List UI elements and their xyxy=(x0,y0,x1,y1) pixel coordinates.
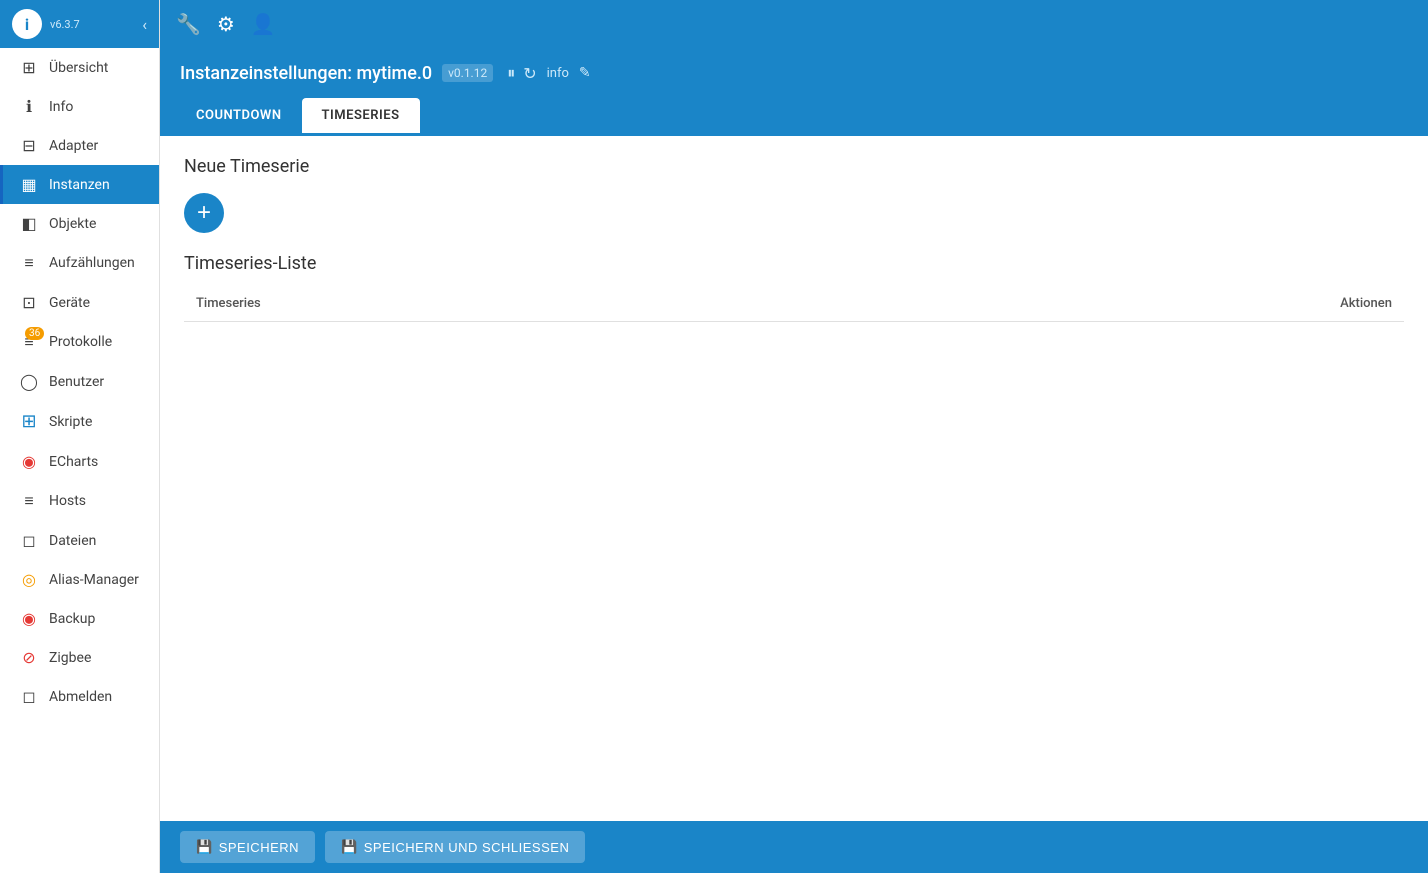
app-logo: i xyxy=(12,9,42,39)
hosts-icon: ≡ xyxy=(19,491,39,511)
plus-icon: + xyxy=(197,199,211,227)
sidebar-item-benutzer[interactable]: ◯ Benutzer xyxy=(0,362,159,401)
protokolle-badge: 36 xyxy=(25,327,44,340)
table-header-row: Timeseries Aktionen xyxy=(184,286,1404,322)
alias-icon: ◎ xyxy=(19,570,39,589)
add-timeserie-button[interactable]: + xyxy=(184,193,224,233)
col-aktionen: Aktionen xyxy=(842,286,1404,322)
sidebar-item-label: Hosts xyxy=(49,493,86,509)
sidebar-item-zigbee[interactable]: ⊘ Zigbee xyxy=(0,638,159,677)
page-content: Neue Timeserie + Timeseries-Liste Timese… xyxy=(160,136,1428,821)
sidebar-item-label: Backup xyxy=(49,611,95,627)
sidebar-item-label: Benutzer xyxy=(49,374,104,390)
zigbee-icon: ⊘ xyxy=(19,648,39,667)
sidebar-item-label: Abmelden xyxy=(49,689,112,705)
backup-icon: ◉ xyxy=(19,609,39,628)
sidebar-item-label: Aufzählungen xyxy=(49,255,135,271)
sidebar-item-label: Instanzen xyxy=(49,177,110,193)
skripte-icon: ⊞ xyxy=(19,411,39,432)
tabs-bar: COUNTDOWN TIMESERIES xyxy=(160,98,1428,136)
sidebar-item-label: Zigbee xyxy=(49,650,91,666)
echarts-icon: ◉ xyxy=(19,452,39,471)
geraete-icon: ⊡ xyxy=(19,293,39,312)
sidebar-item-hosts[interactable]: ≡ Hosts xyxy=(0,481,159,521)
timeseries-table: Timeseries Aktionen xyxy=(184,286,1404,322)
sidebar-item-protokolle[interactable]: ≡ Protokolle 36 xyxy=(0,322,159,362)
sidebar-item-adapter[interactable]: ⊟ Adapter xyxy=(0,126,159,165)
aufzaehlungen-icon: ≡ xyxy=(19,253,39,273)
sidebar-item-label: Objekte xyxy=(49,216,96,232)
col-timeseries: Timeseries xyxy=(184,286,842,322)
sidebar-item-label: ECharts xyxy=(49,454,98,470)
instance-version: v0.1.12 xyxy=(442,64,493,82)
list-section-title: Timeseries-Liste xyxy=(184,253,1404,274)
sidebar-item-label: Info xyxy=(49,99,73,115)
sidebar-item-uebersicht[interactable]: ⊞ Übersicht xyxy=(0,48,159,87)
refresh-button[interactable]: ↻ xyxy=(523,64,536,83)
save-icon: 💾 xyxy=(196,839,213,855)
info-icon: ℹ xyxy=(19,97,39,116)
sidebar-item-dateien[interactable]: ◻ Dateien xyxy=(0,521,159,560)
abmelden-icon: ◻ xyxy=(19,687,39,706)
instanzen-icon: ▦ xyxy=(19,175,39,194)
sidebar-item-geraete[interactable]: ⊡ Geräte xyxy=(0,283,159,322)
pause-button[interactable]: ⏸ xyxy=(507,63,515,83)
sidebar-item-label: Adapter xyxy=(49,138,98,154)
dateien-icon: ◻ xyxy=(19,531,39,550)
sidebar-item-backup[interactable]: ◉ Backup xyxy=(0,599,159,638)
sidebar-item-abmelden[interactable]: ◻ Abmelden xyxy=(0,677,159,716)
sidebar-item-instanzen[interactable]: ▦ Instanzen xyxy=(0,165,159,204)
adapter-icon: ⊟ xyxy=(19,136,39,155)
save-close-button[interactable]: 💾 SPEICHERN UND SCHLIESSEN xyxy=(325,831,585,863)
main-area: 🔧 ⚙ 👤 Instanzeinstellungen: mytime.0 v0.… xyxy=(160,0,1428,873)
objekte-icon: ◧ xyxy=(19,214,39,233)
collapse-button[interactable]: ‹ xyxy=(142,15,147,34)
user-icon[interactable]: 👤 xyxy=(251,12,276,36)
save-close-icon: 💾 xyxy=(341,839,358,855)
save-close-label: SPEICHERN UND SCHLIESSEN xyxy=(364,840,570,855)
top-toolbar: 🔧 ⚙ 👤 xyxy=(160,0,1428,48)
sidebar-item-label: Geräte xyxy=(49,295,90,311)
sidebar: i v6.3.7 ‹ ⊞ Übersicht ℹ Info ⊟ Adapter … xyxy=(0,0,160,873)
sidebar-item-alias-manager[interactable]: ◎ Alias-Manager xyxy=(0,560,159,599)
benutzer-icon: ◯ xyxy=(19,372,39,391)
sidebar-item-objekte[interactable]: ◧ Objekte xyxy=(0,204,159,243)
info-link[interactable]: info xyxy=(547,66,569,81)
edit-icon[interactable]: ✎ xyxy=(579,65,591,81)
tab-countdown[interactable]: COUNTDOWN xyxy=(176,98,302,133)
sidebar-item-skripte[interactable]: ⊞ Skripte xyxy=(0,401,159,442)
settings-icon[interactable]: ⚙ xyxy=(217,12,235,36)
app-version: v6.3.7 xyxy=(50,18,80,31)
sidebar-item-label: Skripte xyxy=(49,414,92,430)
save-label: SPEICHERN xyxy=(219,840,299,855)
tab-timeseries[interactable]: TIMESERIES xyxy=(302,98,420,133)
sidebar-item-echarts[interactable]: ◉ ECharts xyxy=(0,442,159,481)
wrench-icon[interactable]: 🔧 xyxy=(176,12,201,36)
grid-icon: ⊞ xyxy=(19,58,39,77)
sidebar-item-label: Protokolle xyxy=(49,334,112,350)
sidebar-item-label: Übersicht xyxy=(49,60,108,76)
instance-title: Instanzeinstellungen: mytime.0 xyxy=(180,63,432,84)
sidebar-item-info[interactable]: ℹ Info xyxy=(0,87,159,126)
sidebar-item-aufzaehlungen[interactable]: ≡ Aufzählungen xyxy=(0,243,159,283)
save-button[interactable]: 💾 SPEICHERN xyxy=(180,831,315,863)
sidebar-nav: ⊞ Übersicht ℹ Info ⊟ Adapter ▦ Instanzen… xyxy=(0,48,159,873)
new-timeserie-title: Neue Timeserie xyxy=(184,156,1404,177)
instance-header: Instanzeinstellungen: mytime.0 v0.1.12 ⏸… xyxy=(160,48,1428,98)
instance-controls: ⏸ ↻ xyxy=(507,63,536,83)
sidebar-item-label: Dateien xyxy=(49,533,96,549)
page-footer: 💾 SPEICHERN 💾 SPEICHERN UND SCHLIESSEN xyxy=(160,821,1428,873)
content-area: Instanzeinstellungen: mytime.0 v0.1.12 ⏸… xyxy=(160,48,1428,873)
sidebar-header: i v6.3.7 ‹ xyxy=(0,0,159,48)
sidebar-item-label: Alias-Manager xyxy=(49,572,139,588)
